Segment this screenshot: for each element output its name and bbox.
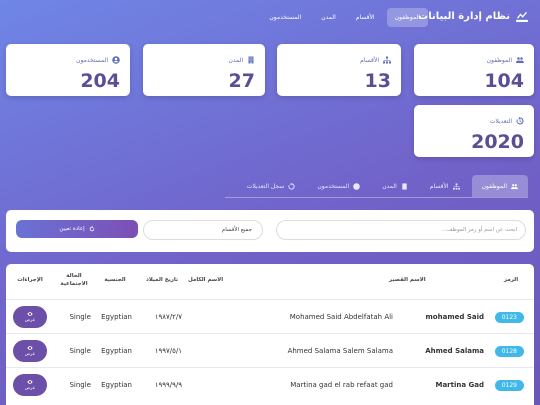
nav-employees[interactable]: الموظفون (386, 8, 428, 27)
eye-icon (27, 312, 33, 316)
stat-card-employees: الموظفون 104 (414, 44, 534, 96)
th-marital: الحالة الاجتماعية (60, 273, 88, 287)
dob-cell: ١٩٩٩/٩/٩ (154, 381, 182, 389)
stat-value: 27 (228, 70, 255, 92)
tab-label: الأقسام (429, 182, 449, 190)
stat-card-changes: التعديلات 2020 (414, 105, 534, 157)
marital-cell: Single (69, 381, 91, 389)
tab-employees[interactable]: الموظفون (471, 175, 528, 197)
stat-card-cities: المدن 27 (143, 44, 265, 96)
actions-cell: عرض (13, 368, 47, 402)
sitemap-icon (383, 56, 391, 64)
view-label: عرض (24, 386, 36, 391)
view-label: عرض (24, 318, 36, 323)
refresh-icon (89, 226, 94, 232)
stat-value: 104 (484, 70, 524, 92)
reset-button[interactable]: إعادة تعيين (16, 220, 138, 238)
tab-users[interactable]: المستخدمون (307, 175, 370, 197)
marital-cell: Single (69, 313, 91, 321)
table-row: 0129 Martina Gad Martina gad el rab refa… (6, 367, 534, 402)
table-header: الرمز الاسم القصير الاسم الكامل تاريخ ال… (6, 264, 534, 298)
th-nationality: الجنسية (104, 277, 126, 284)
employees-table: الرمز الاسم القصير الاسم الكامل تاريخ ال… (6, 264, 534, 405)
code-cell: 0129 (494, 368, 524, 402)
tab-label: الموظفون (481, 182, 507, 190)
stat-value: 13 (364, 70, 391, 92)
short-name-cell: Martina Gad (435, 381, 484, 389)
dob-cell: ١٩٨٧/٢/٧ (154, 313, 182, 321)
th-full-name: الاسم الكامل (188, 277, 224, 284)
table-row: 0123 mohamed Said Mohamed Said Abdelfata… (6, 299, 534, 334)
code-badge: 0123 (494, 311, 524, 323)
history-icon (516, 117, 524, 125)
th-actions: الإجراءات (17, 277, 43, 284)
stat-card-departments: الأقسام 13 (277, 44, 401, 96)
code-cell: 0123 (494, 300, 524, 334)
code-badge: 0128 (494, 345, 524, 357)
stat-label: المستخدمون (76, 56, 108, 64)
view-button[interactable]: عرض (13, 306, 47, 328)
nav-users[interactable]: المستخدمون (261, 8, 309, 27)
nationality-cell: Egyptian (101, 347, 132, 355)
app-title: نظام إدارة البيانات (418, 10, 510, 22)
building-icon (248, 56, 254, 64)
short-name-cell: Ahmed Salama (425, 347, 484, 355)
history-icon (288, 182, 295, 190)
tab-label: المدن (382, 182, 397, 190)
nationality-cell: Egyptian (101, 381, 132, 389)
dob-cell: ١٩٩٧/٥/١ (154, 347, 182, 355)
nav-departments[interactable]: الأقسام (348, 8, 383, 27)
app-brand[interactable]: نظام إدارة البيانات (418, 10, 528, 22)
full-name-cell: Mohamed Said Abdelfatah Ali (289, 313, 393, 321)
filter-panel: ابحث عن اسم أو رمز الموظف... جميع الأقسا… (6, 210, 534, 252)
department-select[interactable]: جميع الأقسام (143, 220, 263, 240)
actions-cell: عرض (13, 300, 47, 334)
top-navbar: نظام إدارة البيانات الموظفون الأقسام الم… (0, 0, 540, 34)
users-icon (511, 183, 518, 189)
stat-label: المدن (228, 56, 243, 64)
stat-label: الموظفون (486, 56, 512, 64)
reset-label: إعادة تعيين (59, 226, 85, 232)
nationality-cell: Egyptian (101, 313, 132, 321)
code-cell: 0128 (494, 334, 524, 368)
th-code: الرمز (503, 277, 519, 284)
main-nav: الموظفون الأقسام المدن المستخدمون (261, 8, 428, 27)
view-button[interactable]: عرض (13, 374, 47, 396)
stat-value: 2020 (471, 131, 524, 153)
tab-change-log[interactable]: سجل التعديلات (237, 175, 306, 197)
building-icon (402, 182, 407, 190)
stat-label: الأقسام (360, 56, 379, 64)
view-label: عرض (24, 352, 36, 357)
tab-label: المستخدمون (317, 182, 350, 190)
view-button[interactable]: عرض (13, 340, 47, 362)
full-name-cell: Ahmed Salama Salem Salama (287, 347, 393, 355)
search-input[interactable]: ابحث عن اسم أو رمز الموظف... (276, 220, 526, 240)
actions-cell: عرض (13, 334, 47, 368)
tab-label: سجل التعديلات (246, 182, 285, 190)
full-name-cell: Martina gad el rab refaat gad (290, 381, 393, 389)
tab-cities[interactable]: المدن (372, 175, 418, 197)
th-dob: تاريخ الميلاد (145, 277, 179, 284)
stat-label: التعديلات (489, 117, 512, 125)
table-row: 0128 Ahmed Salama Ahmed Salama Salem Sal… (6, 333, 534, 368)
short-name-cell: mohamed Said (425, 313, 484, 321)
stat-value: 204 (80, 70, 120, 92)
tab-departments[interactable]: الأقسام (420, 175, 470, 197)
section-tabs: الموظفون الأقسام المدن المستخدمون سجل ال… (225, 175, 528, 198)
user-circle-icon (353, 182, 360, 190)
chart-line-icon (516, 11, 528, 22)
user-circle-icon (112, 56, 120, 64)
eye-icon (27, 346, 33, 350)
stat-card-users: المستخدمون 204 (6, 44, 130, 96)
sitemap-icon (452, 182, 460, 190)
code-badge: 0129 (494, 379, 524, 391)
eye-icon (27, 380, 33, 384)
marital-cell: Single (69, 347, 91, 355)
th-short-name: الاسم القصير (389, 277, 426, 284)
nav-cities[interactable]: المدن (313, 8, 344, 27)
users-icon (516, 57, 524, 63)
